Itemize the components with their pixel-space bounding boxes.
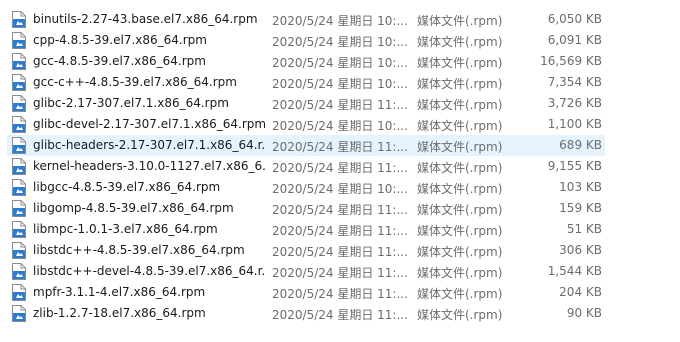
file-name: cpp-4.8.5-39.el7.x86_64.rpm xyxy=(33,33,207,47)
file-name: libstdc++-4.8.5-39.el7.x86_64.rpm xyxy=(33,243,245,257)
rpm-file-icon xyxy=(12,221,26,238)
file-date: 2020/5/24 星期日 10:... xyxy=(272,119,407,133)
file-name: libmpc-1.0.1-3.el7.x86_64.rpm xyxy=(33,222,218,236)
file-row[interactable]: libgomp-4.8.5-39.el7.x86_64.rpm 2020/5/24… xyxy=(0,198,680,219)
file-type: 媒体文件(.rpm) xyxy=(417,56,503,70)
file-date: 2020/5/24 星期日 11:... xyxy=(272,245,407,259)
file-size: 103 KB xyxy=(559,180,602,194)
file-size: 6,050 KB xyxy=(547,12,602,26)
file-size: 7,354 KB xyxy=(547,75,602,89)
rpm-file-icon xyxy=(12,158,26,175)
rpm-file-icon xyxy=(12,263,26,280)
rpm-file-icon xyxy=(12,11,26,28)
file-name: gcc-4.8.5-39.el7.x86_64.rpm xyxy=(33,54,206,68)
file-size: 51 KB xyxy=(566,222,602,236)
file-date: 2020/5/24 星期日 11:... xyxy=(272,140,407,154)
file-row[interactable]: binutils-2.27-43.base.el7.x86_64.rpm 2020… xyxy=(0,9,680,30)
file-type: 媒体文件(.rpm) xyxy=(417,14,503,28)
file-type: 媒体文件(.rpm) xyxy=(417,77,503,91)
file-list: binutils-2.27-43.base.el7.x86_64.rpm 2020… xyxy=(0,9,680,324)
file-name: libgomp-4.8.5-39.el7.x86_64.rpm xyxy=(33,201,234,215)
file-row[interactable]: libstdc++-4.8.5-39.el7.x86_64.rpm 2020/5/… xyxy=(0,240,680,261)
file-size: 9,155 KB xyxy=(547,159,602,173)
file-size: 90 KB xyxy=(566,306,602,320)
file-row[interactable]: libmpc-1.0.1-3.el7.x86_64.rpm 2020/5/24 星… xyxy=(0,219,680,240)
rpm-file-icon xyxy=(12,179,26,196)
file-type: 媒体文件(.rpm) xyxy=(417,203,503,217)
file-type: 媒体文件(.rpm) xyxy=(417,266,503,280)
file-size: 306 KB xyxy=(559,243,602,257)
file-row[interactable]: glibc-headers-2.17-307.el7.1.x86_64.r...… xyxy=(0,135,680,156)
rpm-file-icon xyxy=(12,137,26,154)
file-name: kernel-headers-3.10.0-1127.el7.x86_6... xyxy=(33,159,265,173)
file-date: 2020/5/24 星期日 11:... xyxy=(272,287,407,301)
file-name: libstdc++-devel-4.8.5-39.el7.x86_64.r... xyxy=(33,264,265,278)
file-name: libgcc-4.8.5-39.el7.x86_64.rpm xyxy=(33,180,221,194)
file-type: 媒体文件(.rpm) xyxy=(417,308,503,322)
rpm-file-icon xyxy=(12,116,26,133)
file-size: 159 KB xyxy=(559,201,602,215)
file-row[interactable]: kernel-headers-3.10.0-1127.el7.x86_6... 2… xyxy=(0,156,680,177)
file-size: 3,726 KB xyxy=(547,96,602,110)
file-date: 2020/5/24 星期日 11:... xyxy=(272,308,407,322)
file-size: 1,544 KB xyxy=(547,264,602,278)
file-row[interactable]: zlib-1.2.7-18.el7.x86_64.rpm 2020/5/24 星期… xyxy=(0,303,680,324)
rpm-file-icon xyxy=(12,74,26,91)
rpm-file-icon xyxy=(12,32,26,49)
file-date: 2020/5/24 星期日 10:... xyxy=(272,77,407,91)
file-row[interactable]: libgcc-4.8.5-39.el7.x86_64.rpm 2020/5/24 … xyxy=(0,177,680,198)
file-date: 2020/5/24 星期日 11:... xyxy=(272,161,407,175)
file-name: zlib-1.2.7-18.el7.x86_64.rpm xyxy=(33,306,206,320)
rpm-file-icon xyxy=(12,242,26,259)
file-type: 媒体文件(.rpm) xyxy=(417,161,503,175)
file-type: 媒体文件(.rpm) xyxy=(417,182,503,196)
file-date: 2020/5/24 星期日 11:... xyxy=(272,203,407,217)
file-type: 媒体文件(.rpm) xyxy=(417,245,503,259)
file-date: 2020/5/24 星期日 10:... xyxy=(272,56,407,70)
file-type: 媒体文件(.rpm) xyxy=(417,119,503,133)
file-name: glibc-headers-2.17-307.el7.1.x86_64.r... xyxy=(33,138,265,152)
file-date: 2020/5/24 星期日 10:... xyxy=(272,14,407,28)
file-type: 媒体文件(.rpm) xyxy=(417,140,503,154)
file-name: glibc-2.17-307.el7.1.x86_64.rpm xyxy=(33,96,229,110)
file-name: mpfr-3.1.1-4.el7.x86_64.rpm xyxy=(33,285,206,299)
file-type: 媒体文件(.rpm) xyxy=(417,35,503,49)
file-name: gcc-c++-4.8.5-39.el7.x86_64.rpm xyxy=(33,75,237,89)
rpm-file-icon xyxy=(12,95,26,112)
rpm-file-icon xyxy=(12,305,26,322)
file-date: 2020/5/24 星期日 11:... xyxy=(272,224,407,238)
rpm-file-icon xyxy=(12,200,26,217)
file-name: glibc-devel-2.17-307.el7.1.x86_64.rpm xyxy=(33,117,265,131)
file-size: 1,100 KB xyxy=(547,117,602,131)
file-type: 媒体文件(.rpm) xyxy=(417,224,503,238)
file-row[interactable]: gcc-4.8.5-39.el7.x86_64.rpm 2020/5/24 星期日… xyxy=(0,51,680,72)
file-row[interactable]: mpfr-3.1.1-4.el7.x86_64.rpm 2020/5/24 星期日… xyxy=(0,282,680,303)
file-type: 媒体文件(.rpm) xyxy=(417,98,503,112)
file-row[interactable]: libstdc++-devel-4.8.5-39.el7.x86_64.r...… xyxy=(0,261,680,282)
rpm-file-icon xyxy=(12,284,26,301)
file-size: 204 KB xyxy=(559,285,602,299)
file-type: 媒体文件(.rpm) xyxy=(417,287,503,301)
file-date: 2020/5/24 星期日 10:... xyxy=(272,35,407,49)
file-size: 689 KB xyxy=(559,138,602,152)
file-name: binutils-2.27-43.base.el7.x86_64.rpm xyxy=(33,12,258,26)
file-size: 6,091 KB xyxy=(547,33,602,47)
file-row[interactable]: gcc-c++-4.8.5-39.el7.x86_64.rpm 2020/5/24… xyxy=(0,72,680,93)
file-date: 2020/5/24 星期日 11:... xyxy=(272,266,407,280)
file-row[interactable]: glibc-2.17-307.el7.1.x86_64.rpm 2020/5/24… xyxy=(0,93,680,114)
file-date: 2020/5/24 星期日 10:... xyxy=(272,182,407,196)
file-date: 2020/5/24 星期日 11:... xyxy=(272,98,407,112)
file-size: 16,569 KB xyxy=(540,54,602,68)
rpm-file-icon xyxy=(12,53,26,70)
file-row[interactable]: cpp-4.8.5-39.el7.x86_64.rpm 2020/5/24 星期日… xyxy=(0,30,680,51)
file-row[interactable]: glibc-devel-2.17-307.el7.1.x86_64.rpm 202… xyxy=(0,114,680,135)
